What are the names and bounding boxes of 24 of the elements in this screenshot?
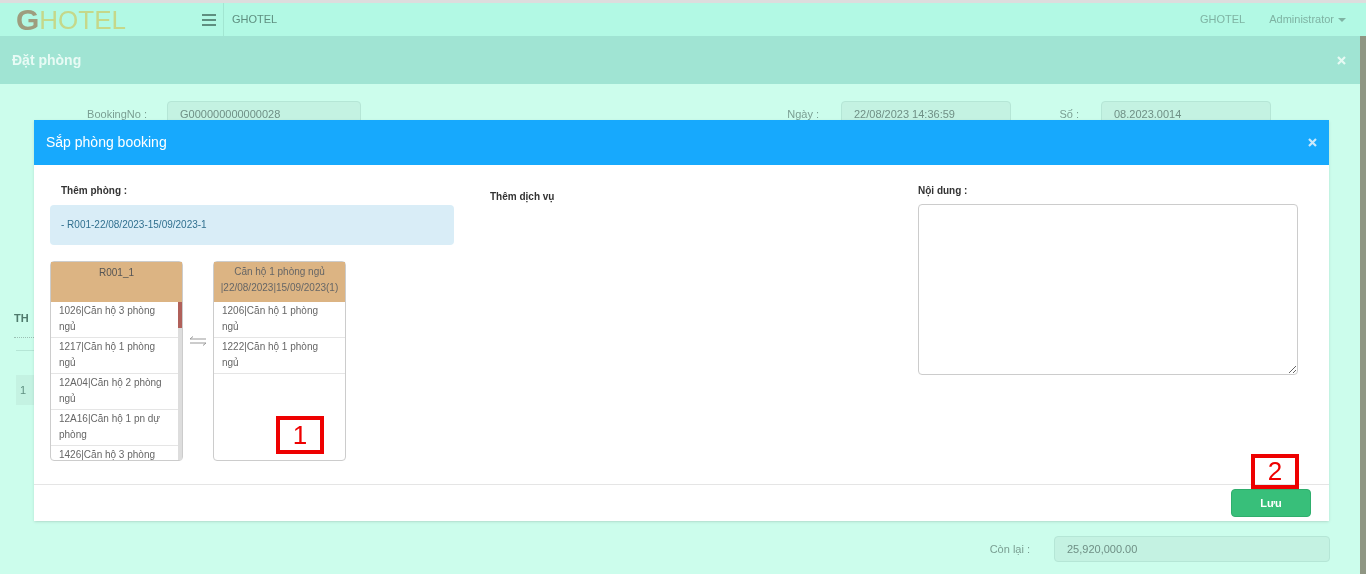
modal-title: Sắp phòng booking (46, 133, 167, 152)
field-label: Ngày : (786, 106, 820, 122)
field-label: Số : (1058, 106, 1080, 122)
page-title: Đặt phòng (12, 50, 82, 70)
list-header: Căn hộ 1 phòng ngủ |22/08/2023|15/09/2023(1) (214, 262, 345, 302)
list-item[interactable]: 1206|Căn hộ 1 phòng ngủ (214, 302, 345, 338)
list-header: R001_1 (51, 262, 182, 302)
close-icon[interactable] (1308, 138, 1317, 147)
section-label: Thêm dịch vụ (490, 191, 555, 202)
info-box: - R001-22/08/2023-15/09/2023-1 (50, 205, 454, 245)
brand-name: GHOTEL (232, 12, 278, 28)
field-label: Còn lại : (989, 541, 1031, 557)
logo-text: HOTEL (39, 6, 127, 33)
list-item[interactable]: 1222|Căn hộ 1 phòng ngủ (214, 338, 345, 374)
section-label: Nội dung : (918, 184, 969, 198)
section-label: Thêm phòng : (60, 184, 129, 198)
callout-marker: 2 (1251, 454, 1299, 489)
callout-marker: 1 (276, 416, 324, 454)
scrollbar[interactable] (178, 302, 182, 460)
swap-arrows-icon[interactable] (189, 336, 207, 346)
caret-icon (1338, 17, 1346, 22)
section-heading: TH (14, 312, 29, 324)
logo-mark: G (16, 4, 40, 35)
field-label: BookingNo : (86, 106, 148, 122)
